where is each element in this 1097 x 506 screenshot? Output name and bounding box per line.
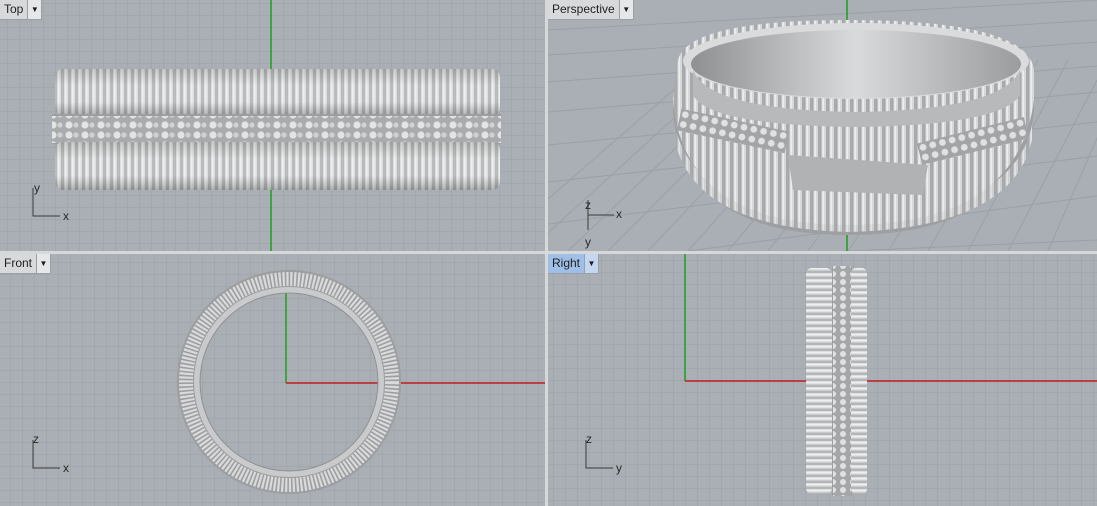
dropdown-triangle-icon[interactable]: ▼: [618, 0, 633, 19]
viewport-title-right[interactable]: Right ▼: [548, 254, 600, 274]
perspective-viewport-canvas: z x y: [548, 0, 1097, 251]
viewport-title-label: Top: [4, 2, 24, 16]
viewport-front[interactable]: z x Front ▼: [0, 254, 545, 506]
axis-label-x: x: [616, 207, 622, 221]
viewport-title-label: Right: [552, 256, 581, 270]
ring-right-view: [806, 266, 867, 496]
viewport-title-top[interactable]: Top ▼: [0, 0, 43, 20]
viewport-title-label: Perspective: [552, 2, 615, 16]
ring-top-view: [52, 69, 501, 190]
front-viewport-canvas: z x: [0, 254, 545, 506]
dropdown-triangle-icon[interactable]: ▼: [36, 254, 51, 273]
top-viewport-canvas: y x: [0, 0, 545, 251]
ring-perspective-view: [673, 20, 1034, 235]
axis-label-x: x: [63, 461, 69, 475]
dropdown-triangle-icon[interactable]: ▼: [584, 254, 599, 273]
viewport-title-front[interactable]: Front ▼: [0, 254, 52, 274]
axis-label-y: y: [616, 461, 622, 475]
axis-label-z: z: [33, 432, 39, 446]
dropdown-triangle-icon[interactable]: ▼: [27, 0, 42, 19]
viewport-perspective[interactable]: z x y Perspective ▼: [548, 0, 1097, 251]
right-viewport-canvas: z y: [548, 254, 1097, 506]
axis-label-x: x: [63, 209, 69, 223]
axis-label-z: z: [585, 198, 591, 212]
axis-label-y: y: [585, 235, 591, 249]
viewport-right[interactable]: z y Right ▼: [548, 254, 1097, 506]
viewport-title-perspective[interactable]: Perspective ▼: [548, 0, 634, 20]
viewport-top[interactable]: y x Top ▼: [0, 0, 545, 251]
axis-label-z: z: [586, 432, 592, 446]
axis-label-y: y: [34, 181, 40, 195]
viewport-title-label: Front: [4, 256, 33, 270]
four-viewport-layout: y x Top ▼ z x y Perspective ▼ z x Front …: [0, 0, 1097, 506]
